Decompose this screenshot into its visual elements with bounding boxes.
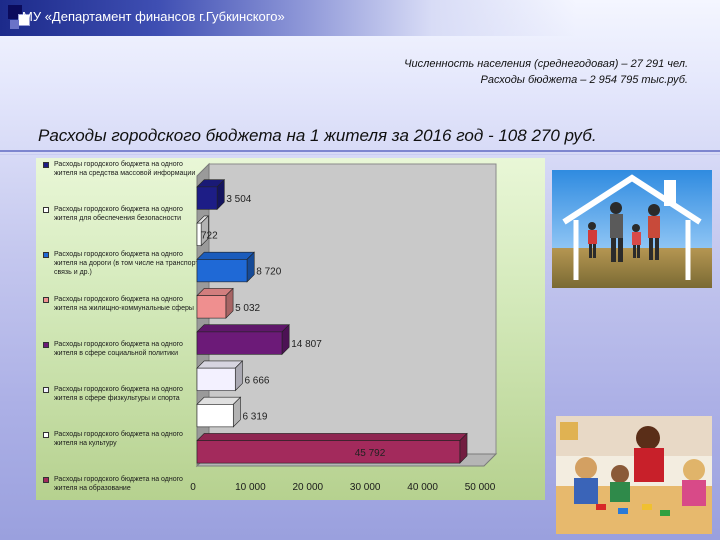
bar xyxy=(196,404,234,428)
bar xyxy=(196,186,218,210)
bar xyxy=(196,259,248,283)
data-label: 8 720 xyxy=(256,267,281,278)
x-tick-label: 30 000 xyxy=(350,482,381,493)
bar xyxy=(196,440,461,464)
x-tick-label: 50 000 xyxy=(465,482,496,493)
bar-top-face xyxy=(196,360,244,369)
family-house-image xyxy=(552,170,712,288)
kindergarten-image xyxy=(556,416,712,534)
bar xyxy=(196,367,236,391)
bar-top-face xyxy=(196,324,290,333)
data-label: 45 792 xyxy=(355,448,386,459)
data-label: 6 319 xyxy=(242,412,267,423)
data-label: 14 807 xyxy=(291,339,322,350)
x-tick-label: 20 000 xyxy=(293,482,324,493)
data-label: 5 032 xyxy=(235,303,260,314)
bar-top-face xyxy=(196,433,468,441)
x-tick-label: 10 000 xyxy=(235,482,266,493)
data-label: 6 666 xyxy=(244,375,269,386)
data-label: 3 504 xyxy=(226,194,251,205)
bar xyxy=(196,295,227,319)
data-label: 722 xyxy=(201,230,218,241)
x-tick-label: 40 000 xyxy=(407,482,438,493)
x-tick-label: 0 xyxy=(190,482,196,493)
bar xyxy=(196,331,283,355)
bar-top-face xyxy=(196,251,255,260)
